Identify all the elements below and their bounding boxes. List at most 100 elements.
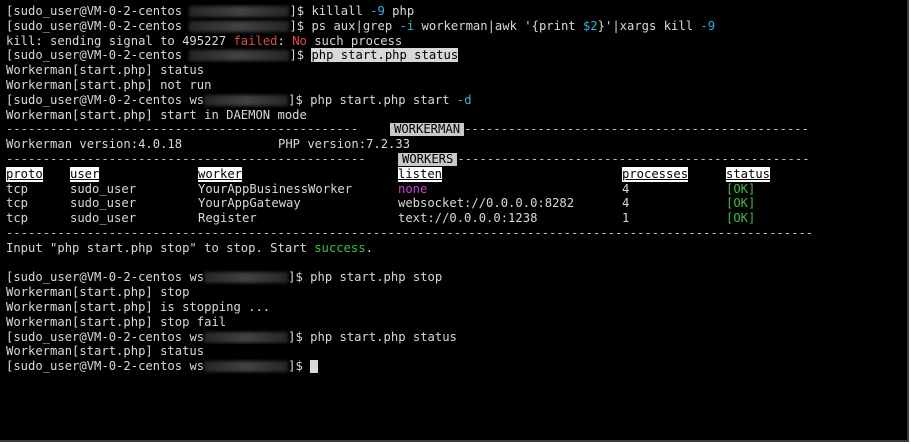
prompt-dir: ws	[189, 329, 205, 344]
column-header: worker	[198, 166, 243, 182]
terminal-line: Workerman[start.php] not run	[6, 77, 212, 92]
prompt-dir: ws	[189, 359, 205, 374]
redacted-directory	[204, 361, 289, 373]
text-cursor[interactable]	[310, 360, 319, 374]
output-text: Input "php start.php stop" to stop. Star…	[6, 240, 315, 255]
terminal-window[interactable]: [sudo_user@VM-0-2-centos ]$ killall -9 p…	[0, 0, 909, 442]
table-cell: YourAppBusinessWorker	[198, 181, 353, 196]
command-text: ps aux|grep	[311, 18, 400, 33]
terminal-line: Workerman[start.php] stop	[6, 285, 190, 300]
terminal-line: [sudo_user@VM-0-2-centos ]$ php start.ph…	[6, 48, 907, 63]
column-header: listen	[398, 166, 443, 182]
command-text: workerman|awk '{print	[414, 18, 583, 33]
command-flag: -9	[700, 18, 716, 33]
terminal-line: Workerman version:4.0.18 PHP version:7.2.…	[6, 137, 907, 152]
terminal-line: kill: sending signal to 495227 failed: N…	[6, 34, 907, 49]
prompt-user-host: [sudo_user@VM-0-2-centos	[6, 4, 190, 18]
table-cell: tcp	[6, 181, 29, 196]
table-cell: sudo_user	[70, 181, 137, 196]
table-cell: YourAppGateway	[198, 196, 301, 211]
separator-dashes: ----------------------------------------…	[6, 151, 366, 166]
prompt-user-host: [sudo_user@VM-0-2-centos	[6, 329, 190, 344]
prompt-dir: ws	[189, 92, 205, 107]
command-text: }'|xargs kill	[597, 18, 701, 33]
separator-dashes: ----------------------------------------…	[6, 225, 814, 240]
success-text: success	[314, 240, 366, 255]
table-cell: sudo_user	[70, 196, 137, 211]
table-cell: 4	[622, 196, 630, 211]
status-ok: [OK]	[726, 181, 756, 196]
redacted-directory	[189, 50, 290, 62]
output-text: such process	[306, 33, 403, 48]
terminal-line: Input "php start.php stop" to stop. Star…	[6, 241, 907, 256]
column-header: user	[70, 166, 100, 182]
output-text: .	[365, 240, 373, 255]
table-cell: 1	[622, 211, 630, 226]
terminal-line: [sudo_user@VM-0-2-centos ws ]$ php start.…	[6, 330, 907, 345]
column-header: proto	[6, 166, 43, 182]
table-cell: none	[398, 181, 428, 196]
command-flag: -9	[370, 4, 385, 18]
table-cell: tcp	[6, 196, 29, 211]
redacted-directory	[204, 272, 289, 284]
section-label: WORKERS	[398, 152, 458, 166]
workers-table-header: proto user worker listen processes statu…	[6, 166, 907, 182]
separator-dashes: ----------------------------------------…	[6, 122, 359, 137]
prompt-user-host: [sudo_user@VM-0-2-centos	[6, 48, 190, 63]
section-separator: ----------------------------------------…	[6, 152, 907, 167]
redacted-directory	[189, 6, 290, 17]
output-text: kill: sending signal to 495227	[6, 33, 234, 48]
terminal-line: Workerman[start.php] stop fail	[6, 314, 227, 329]
table-cell: text://0.0.0.0:1238	[398, 211, 538, 226]
terminal-line: Workerman[start.php] status	[6, 63, 205, 78]
redacted-directory	[204, 94, 289, 106]
command-flag: -i	[399, 18, 415, 33]
prompt-user-host: [sudo_user@VM-0-2-centos	[6, 359, 190, 374]
status-ok: [OK]	[726, 196, 756, 211]
prompt-end: ]$	[289, 4, 312, 18]
table-cell: sudo_user	[70, 211, 137, 226]
terminal-line: Workerman[start.php] is stopping ...	[6, 299, 271, 314]
column-header: status	[726, 166, 771, 182]
workerman-version: Workerman version:4.0.18	[6, 137, 183, 152]
status-ok: [OK]	[726, 211, 756, 226]
redacted-directory	[204, 331, 289, 343]
terminal-line: [sudo_user@VM-0-2-centos ws ]$ php start.…	[6, 270, 907, 285]
command-text: php	[384, 4, 415, 18]
error-text: No	[292, 33, 307, 48]
selected-command-text[interactable]: php start.php status	[311, 48, 459, 63]
separator-dashes: ----------------------------------------…	[457, 151, 810, 166]
section-label: WORKERMAN	[390, 123, 465, 137]
table-cell: websocket://0.0.0.0:8282	[398, 196, 575, 211]
table-cell: Register	[198, 211, 257, 226]
terminal-line: [sudo_user@VM-0-2-centos ]$ killall -9 p…	[6, 4, 907, 19]
command-flag: -d	[456, 92, 472, 107]
terminal-line: Workerman[start.php] start in DAEMON mod…	[6, 107, 307, 122]
prompt-user-host: [sudo_user@VM-0-2-centos	[6, 270, 190, 285]
command-text: php start.php stop	[310, 270, 443, 285]
table-row: tcp sudo_user Register text://0.0.0.0:12…	[6, 211, 907, 226]
prompt-end: ]$	[288, 359, 311, 374]
terminal-line: [sudo_user@VM-0-2-centos ws]$ php start.…	[6, 93, 907, 108]
command-variable: $2	[582, 18, 598, 33]
table-cell: 4	[622, 181, 630, 196]
separator-dashes: ----------------------------------------…	[464, 122, 809, 137]
prompt-end: ]$	[289, 48, 312, 63]
error-text: failed	[233, 33, 278, 48]
prompt-user-host: [sudo_user@VM-0-2-centos	[6, 92, 190, 107]
prompt-dir: ws	[189, 270, 205, 285]
terminal-line: Workerman[start.php] status	[6, 344, 205, 359]
prompt-end: ]$	[288, 270, 311, 285]
redacted-directory	[189, 20, 290, 32]
table-cell: tcp	[6, 211, 29, 226]
section-separator: ----------------------------------------…	[6, 122, 907, 137]
command-text: php start.php status	[310, 329, 457, 344]
terminal-line: [sudo_user@VM-0-2-centos ]$ ps aux|grep …	[6, 19, 907, 34]
column-header: processes	[622, 166, 689, 182]
command-text: php start.php start	[310, 92, 457, 107]
prompt-end: ]$	[288, 329, 311, 344]
command-text: killall	[311, 4, 371, 18]
table-row: tcp sudo_user YourAppGateway websocket:/…	[6, 196, 907, 211]
terminal-line: [sudo_user@VM-0-2-centos ws ]$	[6, 359, 907, 374]
